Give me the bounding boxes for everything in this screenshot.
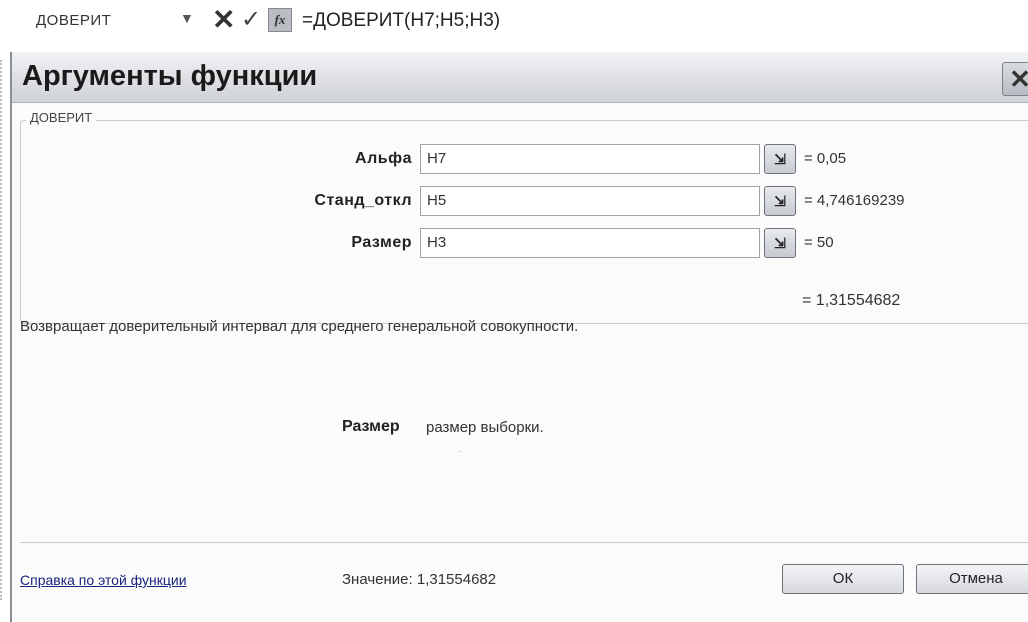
collapse-dialog-icon[interactable]: ⇲ bbox=[764, 186, 796, 216]
stray-mark: · bbox=[458, 446, 462, 457]
dialog-title: Аргументы функции bbox=[22, 60, 318, 92]
formula-input[interactable]: =ДОВЕРИТ(H7;H5;H3) bbox=[302, 10, 500, 32]
formula-bar: ДОВЕРИТ ▼ ✕ ✓ fx =ДОВЕРИТ(H7;H5;H3) bbox=[0, 0, 1028, 50]
argument-label-alpha: Альфа bbox=[355, 150, 412, 167]
value-summary: Значение: 1,31554682 bbox=[342, 571, 497, 588]
argument-result-alpha: = 0,05 bbox=[804, 150, 847, 167]
argument-result-size: = 50 bbox=[804, 234, 834, 251]
help-link[interactable]: Справка по этой функции bbox=[20, 572, 187, 588]
cancel-button[interactable]: Отмена bbox=[916, 564, 1028, 594]
argument-result-std-dev: = 4,746169239 bbox=[804, 192, 905, 209]
argument-label-size: Размер bbox=[351, 234, 412, 251]
argument-label-std-dev: Станд_откл bbox=[314, 192, 412, 209]
function-arguments-dialog: Аргументы функции ✕ ДОВЕРИТ Альфа H7 ⇲ =… bbox=[10, 52, 1028, 622]
collapse-dialog-icon[interactable]: ⇲ bbox=[764, 228, 796, 258]
parameter-name: Размер bbox=[342, 418, 400, 435]
group-label: ДОВЕРИТ bbox=[26, 110, 97, 125]
close-icon[interactable]: ✕ bbox=[1002, 62, 1028, 96]
parameter-description: размер выборки. bbox=[426, 419, 544, 436]
enter-icon[interactable]: ✓ bbox=[241, 4, 261, 36]
argument-input-std-dev[interactable]: H5 bbox=[420, 186, 760, 216]
ok-button[interactable]: ОК bbox=[782, 564, 904, 594]
name-box-dropdown-icon[interactable]: ▼ bbox=[180, 10, 194, 26]
function-result: = 1,31554682 bbox=[802, 292, 901, 309]
footer-separator bbox=[20, 542, 1028, 543]
name-box[interactable]: ДОВЕРИТ bbox=[36, 12, 111, 29]
argument-input-alpha[interactable]: H7 bbox=[420, 144, 760, 174]
dialog-titlebar[interactable]: Аргументы функции ✕ bbox=[12, 52, 1028, 103]
collapse-dialog-icon[interactable]: ⇲ bbox=[764, 144, 796, 174]
cancel-icon[interactable]: ✕ bbox=[212, 4, 235, 36]
insert-function-icon[interactable]: fx bbox=[268, 8, 292, 32]
argument-input-size[interactable]: H3 bbox=[420, 228, 760, 258]
function-description: Возвращает доверительный интервал для ср… bbox=[20, 318, 579, 335]
sheet-edge bbox=[0, 60, 6, 600]
